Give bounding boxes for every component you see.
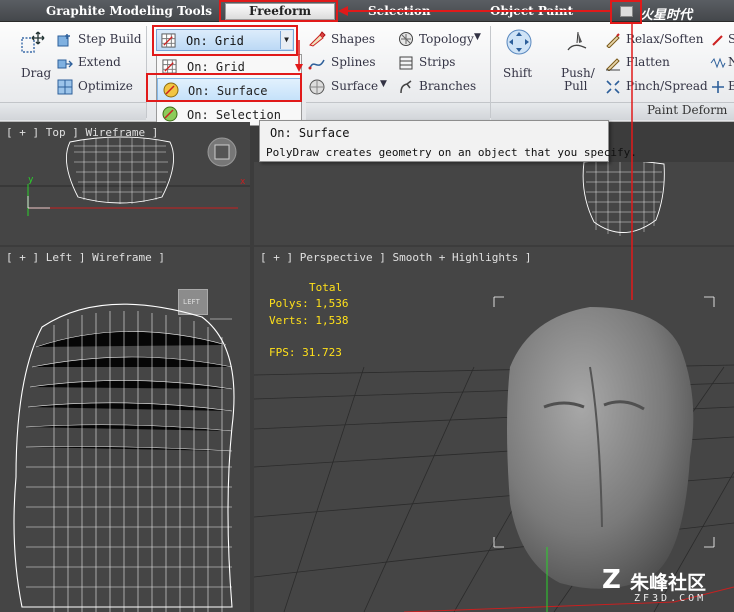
separator [146, 26, 147, 118]
perspective-scene [254, 296, 734, 612]
shift-label[interactable]: Shift [503, 66, 532, 80]
logo-text: 火星时代 [640, 8, 693, 23]
splines-button[interactable]: Splines [331, 55, 376, 69]
push-pull-icon[interactable] [564, 28, 592, 56]
selection-sphere-icon [162, 106, 178, 122]
step-build-button[interactable]: Step Build [78, 32, 142, 46]
tooltip-description: PolyDraw creates geometry on an object t… [266, 146, 637, 159]
shapes-button[interactable]: Shapes [331, 32, 375, 46]
exaggerate-icon[interactable] [710, 79, 726, 95]
pull-label[interactable]: Pull [564, 79, 587, 93]
topology-button[interactable]: Topology [419, 32, 474, 46]
branches-icon[interactable] [398, 79, 414, 95]
step-build-icon[interactable] [57, 32, 73, 48]
app-window: { "ribbon_tabs": { "graphite": "Graphite… [0, 0, 734, 612]
highlight-freeform-tab [219, 0, 338, 22]
strips-button[interactable]: Strips [419, 55, 455, 69]
surface-dropdown-arrow-icon[interactable]: ▼ [380, 79, 387, 89]
tooltip: On: Surface PolyDraw creates geometry on… [259, 120, 637, 162]
relax-soften-button[interactable]: Relax/Soften [626, 32, 703, 46]
tab-object-paint[interactable]: Object Paint [490, 4, 573, 18]
axis-x-label: x [240, 177, 246, 187]
push-label[interactable]: Push/ [561, 66, 595, 80]
highlight-on-surface [146, 73, 302, 102]
viewport-left[interactable]: [ + ] Left ] Wireframe ] LEFT [0, 247, 250, 612]
tab-selection[interactable]: Selection [368, 4, 431, 18]
topology-icon[interactable] [398, 31, 414, 47]
watermark-text: 朱峰社区 [630, 572, 707, 594]
clipped-label: E [728, 79, 734, 93]
brush-icon[interactable] [710, 32, 726, 48]
pinch-spread-button[interactable]: Pinch/Spread [626, 79, 708, 93]
optimize-button[interactable]: Optimize [78, 79, 133, 93]
axis-y-label: y [28, 175, 34, 185]
highlight-minimize-button [610, 0, 642, 24]
flatten-button[interactable]: Flatten [626, 55, 670, 69]
menu-item-label: On: Grid [187, 60, 245, 74]
highlight-dropdown [152, 25, 298, 56]
grid-icon [162, 59, 177, 74]
drag-label[interactable]: Drag [21, 66, 51, 80]
viewport-perspective[interactable]: [ + ] Perspective ] Smooth + Highlights … [254, 247, 734, 612]
extend-button[interactable]: Extend [78, 55, 121, 69]
tab-graphite-modeling-tools[interactable]: Graphite Modeling Tools [46, 4, 212, 18]
pinch-spread-icon[interactable] [605, 79, 621, 95]
noise-icon[interactable] [710, 55, 726, 71]
shift-icon[interactable] [505, 28, 533, 56]
clipped-label: N [728, 55, 734, 69]
paint-deform-panel-title: Paint Deform [647, 103, 728, 117]
watermark-site: ZF3D.COM [634, 593, 707, 604]
ribbon-panel: Drag Step Build Extend Optimize Shapes S… [0, 22, 734, 122]
z-logo-icon: Z [602, 565, 621, 595]
clipped-label: S [728, 32, 734, 46]
surface-button[interactable]: Surface [331, 79, 378, 93]
viewport-top[interactable]: [ + ] Top ] Wireframe ] y x [0, 122, 250, 245]
surface-icon[interactable] [308, 78, 326, 96]
tooltip-title: On: Surface [270, 126, 350, 140]
optimize-icon[interactable] [57, 79, 73, 95]
shapes-icon[interactable] [308, 30, 326, 48]
front-view-wireframe [582, 162, 665, 236]
extend-icon[interactable] [57, 55, 73, 71]
panel-footer [306, 102, 490, 120]
topology-dropdown-arrow-icon[interactable]: ▼ [474, 32, 481, 42]
strips-icon[interactable] [398, 55, 414, 71]
viewport-front[interactable] [254, 162, 734, 245]
branches-button[interactable]: Branches [419, 79, 476, 93]
left-view-wireframe [13, 303, 235, 612]
zf3d-watermark: Z 朱峰社区 ZF3D.COM [594, 565, 734, 612]
flatten-icon[interactable] [605, 55, 621, 71]
drag-icon[interactable] [20, 28, 48, 56]
panel-footer [0, 102, 146, 120]
splines-icon[interactable] [308, 54, 326, 72]
top-view-wireframe: y x [0, 136, 250, 216]
relax-soften-icon[interactable] [605, 32, 621, 48]
